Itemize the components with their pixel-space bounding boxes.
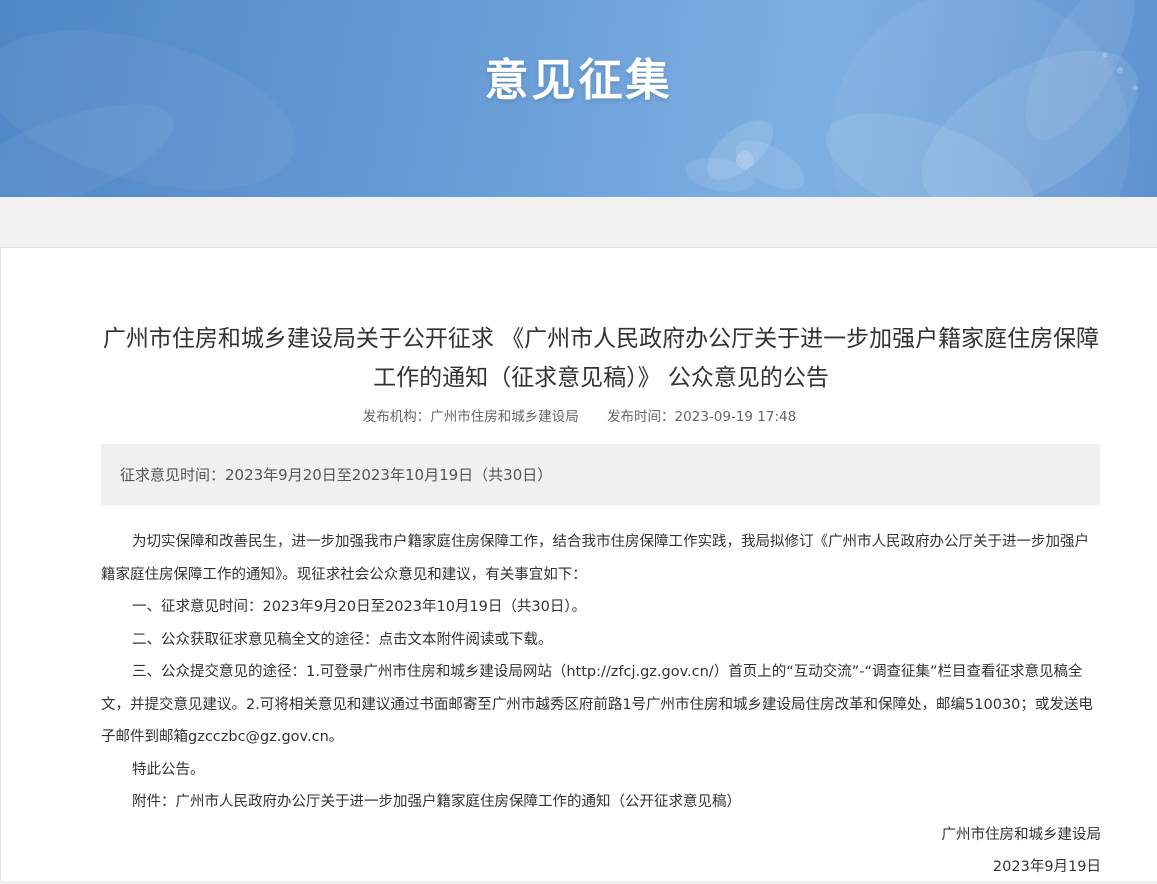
publish-time: 发布时间：2023-09-19 17:48 (607, 409, 797, 425)
signature: 广州市住房和城乡建设局 (941, 826, 1102, 843)
paragraph-intro: 为切实保障和改善民生，进一步加强我市户籍家庭住房保障工作，结合我市住房保障工作实… (101, 534, 1089, 583)
article-body: 为切实保障和改善民生，进一步加强我市户籍家庭住房保障工作，结合我市住房保障工作实… (101, 526, 1101, 884)
banner-title: 意见征集 (484, 55, 673, 106)
consultation-period: 征求意见时间：2023年9月20日至2023年10月19日（共30日） (120, 466, 553, 484)
consultation-period-box: 征求意见时间：2023年9月20日至2023年10月19日（共30日） (101, 444, 1100, 505)
publisher-label: 发布机构：广州市住房和城乡建设局 (362, 409, 579, 425)
attachment-link[interactable]: 附件：广州市人民政府办公厅关于进一步加强户籍家庭住房保障工作的通知（公开征求意见… (101, 786, 1101, 819)
paragraph-access: 二、公众获取征求意见稿全文的途径：点击文本附件阅读或下载。 (132, 631, 553, 648)
signature-date: 2023年9月19日 (992, 859, 1101, 875)
paragraph-period: 一、征求意见时间：2023年9月20日至2023年10月19日（共30日）。 (132, 599, 587, 615)
article-card: 广州市住房和城乡建设局关于公开征求 《广州市人民政府办公厅关于进一步加强户籍家庭… (0, 247, 1157, 881)
paragraph-submit: 三、公众提交意见的途径：1.可登录广州市住房和城乡建设局网站（http://zf… (101, 664, 1093, 745)
article-title: 广州市住房和城乡建设局关于公开征求 《广州市人民政府办公厅关于进一步加强户籍家庭… (102, 326, 1100, 391)
paragraph-closing: 特此公告。 (132, 761, 205, 778)
page-banner: 意见征集 (0, 0, 1157, 197)
article-meta: 发布机构：广州市住房和城乡建设局 发布时间：2023-09-19 17:48 (1, 405, 1157, 425)
